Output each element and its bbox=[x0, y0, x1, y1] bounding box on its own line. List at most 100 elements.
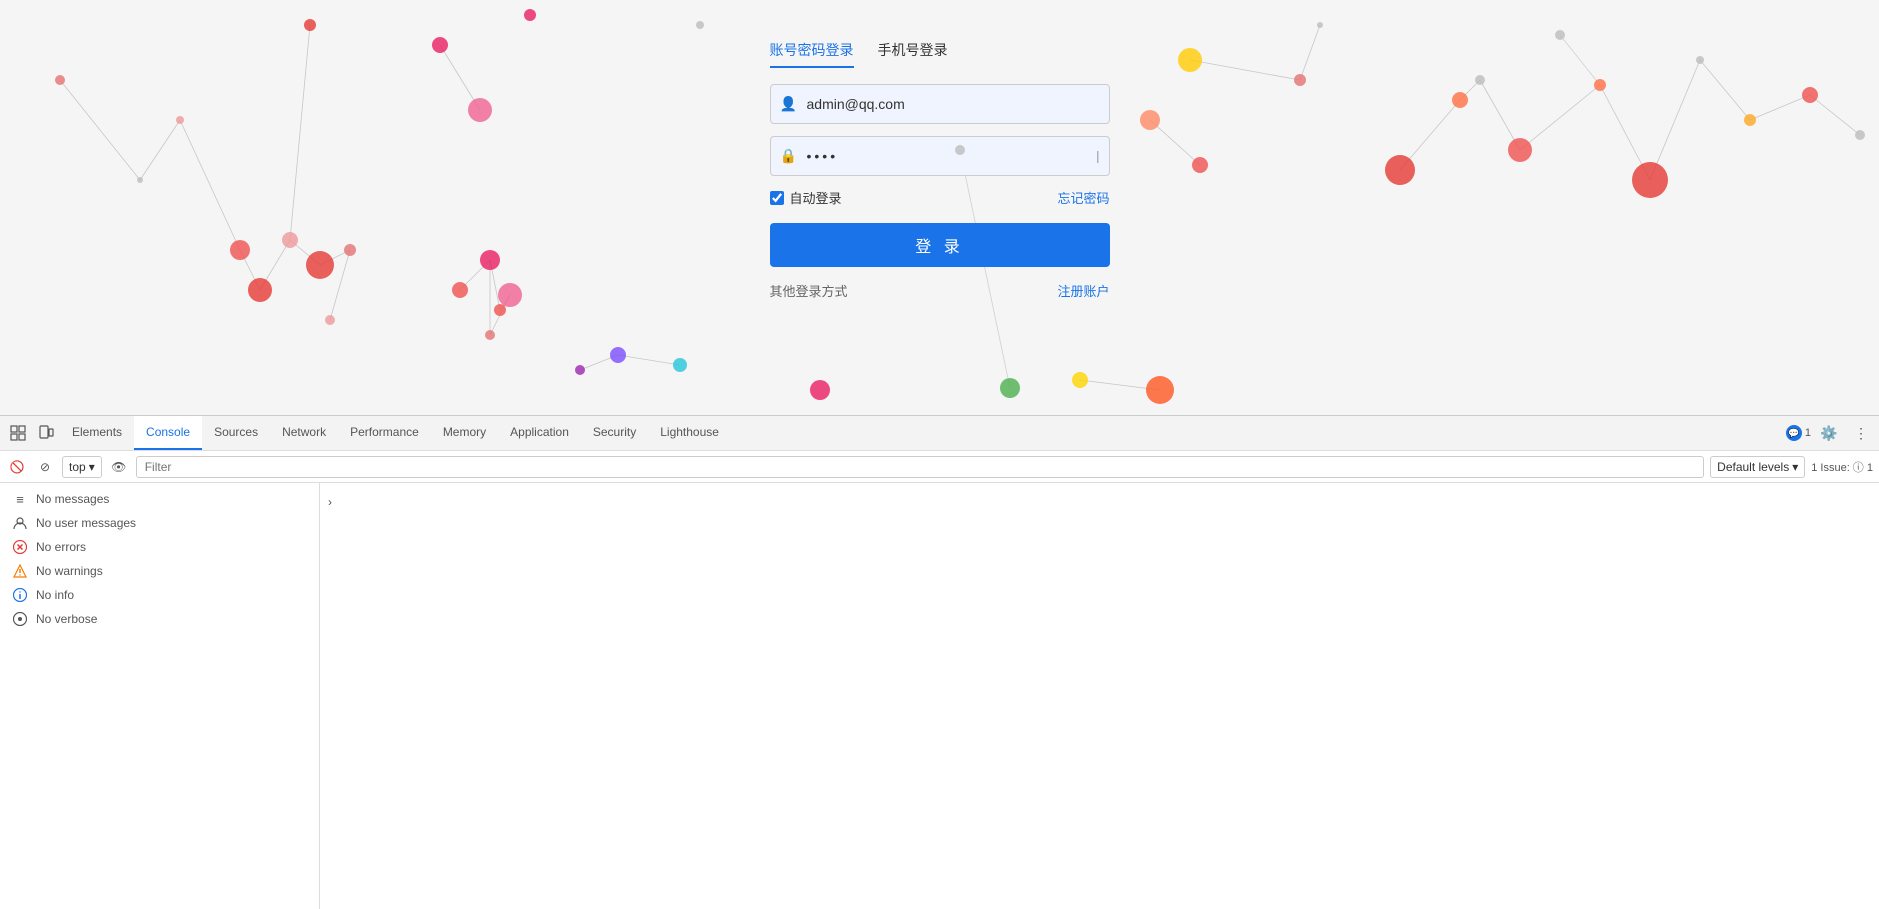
tab-phone[interactable]: 手机号登录 bbox=[878, 40, 948, 68]
forgot-password-link[interactable]: 忘记密码 bbox=[1057, 188, 1109, 207]
tab-application[interactable]: Application bbox=[498, 416, 581, 450]
context-selector[interactable]: top ▾ bbox=[62, 456, 102, 478]
background-dot bbox=[1696, 56, 1704, 64]
filter-errors-label: No errors bbox=[36, 540, 86, 554]
expand-arrow[interactable]: › bbox=[328, 495, 332, 509]
context-dropdown-icon: ▾ bbox=[89, 460, 95, 474]
login-tabs: 账号密码登录 手机号登录 bbox=[770, 40, 1110, 68]
inspect-element-button[interactable] bbox=[4, 419, 32, 447]
tab-elements[interactable]: Elements bbox=[60, 416, 134, 450]
eye-icon-button[interactable]: 👁 bbox=[108, 456, 130, 478]
filter-verbose-label: No verbose bbox=[36, 612, 97, 626]
devtools-secondary-toolbar: 🚫 ⊘ top ▾ 👁 Default levels ▾ 1 Issue: ⓘ … bbox=[0, 451, 1879, 483]
background-dot bbox=[524, 9, 536, 21]
tab-sources[interactable]: Sources bbox=[202, 416, 270, 450]
background-dot bbox=[1140, 110, 1160, 130]
badge-count: 💬 bbox=[1786, 425, 1802, 441]
background-dot bbox=[1385, 155, 1415, 185]
password-input[interactable] bbox=[770, 136, 1110, 176]
login-button[interactable]: 登 录 bbox=[770, 223, 1110, 267]
tab-performance[interactable]: Performance bbox=[338, 416, 431, 450]
tab-account[interactable]: 账号密码登录 bbox=[770, 40, 854, 68]
tab-security[interactable]: Security bbox=[581, 416, 648, 450]
background-dot bbox=[485, 330, 495, 340]
errors-icon bbox=[12, 539, 28, 555]
badge-number: 1 bbox=[1805, 427, 1811, 439]
background-dot bbox=[432, 37, 448, 53]
filter-user-messages-label: No user messages bbox=[36, 516, 136, 530]
context-label: top bbox=[69, 460, 86, 474]
background-dot bbox=[282, 232, 298, 248]
default-levels-dropdown[interactable]: Default levels ▾ bbox=[1710, 456, 1805, 478]
filter-messages-label: No messages bbox=[36, 492, 109, 506]
devtools-toolbar: Elements Console Sources Network Perform… bbox=[0, 416, 1879, 451]
background-dot bbox=[1555, 30, 1565, 40]
filter-messages[interactable]: ≡ No messages bbox=[0, 487, 319, 511]
background-dot bbox=[176, 116, 184, 124]
background-dot bbox=[1452, 92, 1468, 108]
background-dot bbox=[955, 145, 965, 155]
default-levels-icon: ▾ bbox=[1792, 460, 1798, 474]
background-dot bbox=[137, 177, 143, 183]
filter-warnings[interactable]: No warnings bbox=[0, 559, 319, 583]
background-dot bbox=[1508, 138, 1532, 162]
auto-login-checkbox[interactable] bbox=[770, 191, 784, 205]
tab-memory[interactable]: Memory bbox=[431, 416, 498, 450]
cursor-indicator: | bbox=[1096, 149, 1099, 164]
filter-input[interactable] bbox=[136, 456, 1704, 478]
background-dot bbox=[1317, 22, 1323, 28]
lock-icon: 🔒 bbox=[780, 148, 797, 165]
messages-icon: ≡ bbox=[12, 491, 28, 507]
tab-lighthouse[interactable]: Lighthouse bbox=[648, 416, 731, 450]
login-options: 自动登录 忘记密码 bbox=[770, 188, 1110, 207]
login-footer: 其他登录方式 注册账户 bbox=[770, 281, 1110, 300]
tab-network[interactable]: Network bbox=[270, 416, 338, 450]
filter-info[interactable]: No info bbox=[0, 583, 319, 607]
background-dot bbox=[1072, 372, 1088, 388]
background-dot bbox=[1855, 130, 1865, 140]
background-dot bbox=[1294, 74, 1306, 86]
tab-console[interactable]: Console bbox=[134, 416, 202, 450]
user-messages-icon bbox=[12, 515, 28, 531]
filter-user-messages[interactable]: No user messages bbox=[0, 511, 319, 535]
background-dot bbox=[1178, 48, 1202, 72]
device-toolbar-button[interactable] bbox=[32, 419, 60, 447]
auto-login-label[interactable]: 自动登录 bbox=[770, 188, 842, 207]
issues-label[interactable]: 1 Issue: ⓘ 1 bbox=[1811, 459, 1873, 475]
background-dot bbox=[1744, 114, 1756, 126]
background-dot bbox=[325, 315, 335, 325]
background-dot bbox=[248, 278, 272, 302]
devtools-panel: Elements Console Sources Network Perform… bbox=[0, 415, 1879, 909]
warnings-icon bbox=[12, 563, 28, 579]
user-icon: 👤 bbox=[780, 96, 797, 113]
devtools-more-button[interactable]: ⋮ bbox=[1847, 419, 1875, 447]
filter-errors[interactable]: No errors bbox=[0, 535, 319, 559]
register-link[interactable]: 注册账户 bbox=[1057, 281, 1109, 300]
username-input-group: 👤 bbox=[770, 84, 1110, 124]
info-icon bbox=[12, 587, 28, 603]
filter-toggle-button[interactable]: ⊘ bbox=[34, 456, 56, 478]
background-dot bbox=[610, 347, 626, 363]
default-levels-label: Default levels bbox=[1717, 460, 1789, 474]
background-dot bbox=[1594, 79, 1606, 91]
background-dot bbox=[1475, 75, 1485, 85]
clear-console-button[interactable]: 🚫 bbox=[6, 456, 28, 478]
background-dot bbox=[468, 98, 492, 122]
filter-verbose[interactable]: No verbose bbox=[0, 607, 319, 631]
background-dot bbox=[1192, 157, 1208, 173]
other-login-link[interactable]: 其他登录方式 bbox=[770, 281, 848, 300]
password-input-group: 🔒 | bbox=[770, 136, 1110, 176]
background-dot bbox=[696, 21, 704, 29]
background-dot bbox=[1632, 162, 1668, 198]
devtools-toolbar-right: 💬 1 ⚙️ ⋮ bbox=[1786, 419, 1875, 447]
background-dot bbox=[1146, 376, 1174, 404]
devtools-tabs-container: Elements Console Sources Network Perform… bbox=[60, 416, 1786, 450]
background-dot bbox=[673, 358, 687, 372]
background-dot bbox=[344, 244, 356, 256]
background-dot bbox=[304, 19, 316, 31]
username-input[interactable] bbox=[770, 84, 1110, 124]
background-dot bbox=[306, 251, 334, 279]
background-dot bbox=[230, 240, 250, 260]
background-dot bbox=[55, 75, 65, 85]
devtools-settings-button[interactable]: ⚙️ bbox=[1815, 419, 1843, 447]
